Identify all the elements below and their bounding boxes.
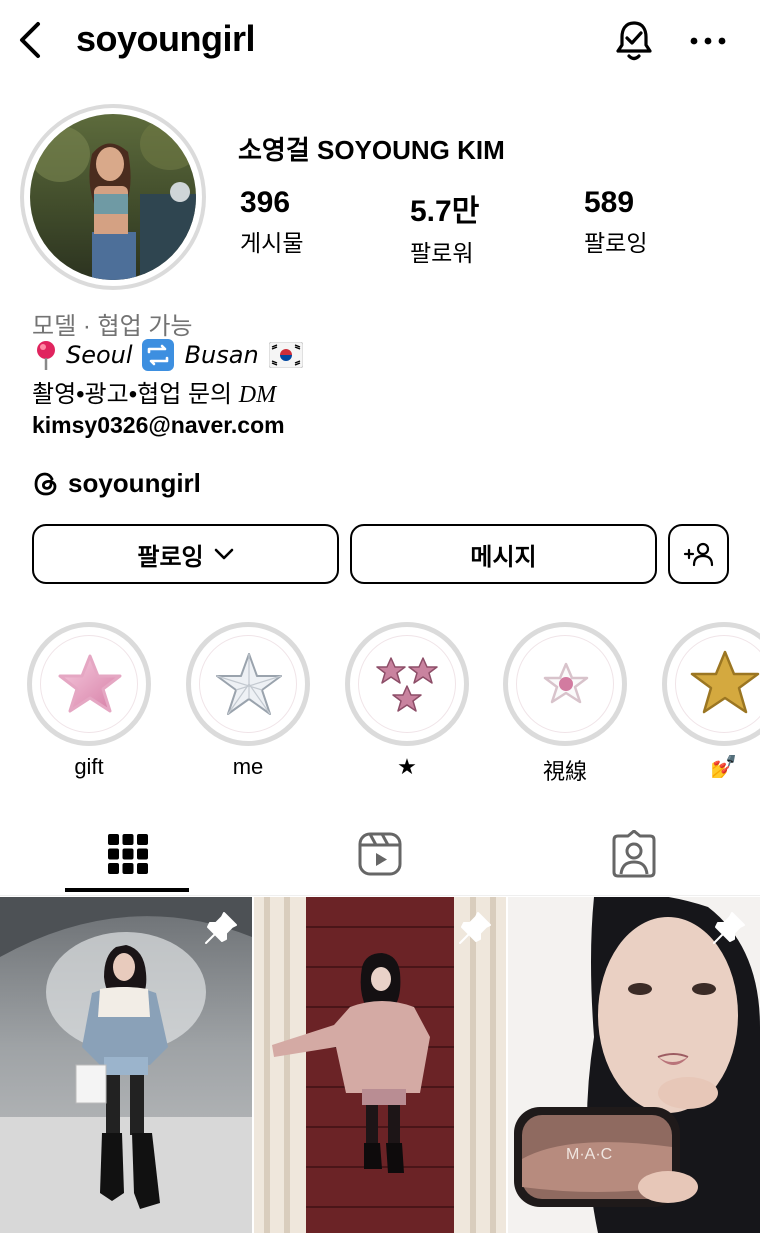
pin-icon: [205, 912, 237, 944]
highlight-gaze[interactable]: 視線: [503, 622, 627, 786]
stat-following-count: 589: [584, 186, 635, 219]
mac-logo-text: M·A·C: [566, 1146, 612, 1163]
chevron-down-icon: [214, 548, 233, 560]
threads-handle: soyoungirl: [68, 468, 201, 498]
round-pushpin-icon: [37, 341, 55, 370]
bio-location-to: Busan: [184, 341, 259, 369]
bio-category: 모델 · 협업 가능: [32, 313, 193, 340]
top-bar: soyoungirl: [0, 0, 760, 84]
threads-icon: [34, 472, 57, 495]
avatar[interactable]: [30, 114, 196, 280]
crystal-star-icon: [216, 653, 282, 715]
korea-flag-icon: [268, 342, 303, 368]
stat-following-label: 팔로잉: [584, 230, 648, 256]
message-button[interactable]: 메시지: [350, 524, 657, 584]
highlight-me[interactable]: me: [186, 622, 310, 780]
post-tile-2[interactable]: [254, 897, 506, 1233]
header-username: soyoungirl: [76, 18, 256, 59]
stat-followers-label: 팔로워: [410, 240, 474, 266]
highlight-star[interactable]: ★: [345, 622, 469, 780]
bio-location: Seoul Busan: [32, 338, 303, 372]
bio-email[interactable]: kimsy0326@naver.com: [32, 412, 285, 439]
tagged-user-icon[interactable]: [610, 830, 658, 878]
bio-contact-dm: DM: [238, 382, 277, 408]
highlight-label: ★: [397, 754, 417, 779]
threads-link[interactable]: soyoungirl: [32, 468, 201, 499]
white-star-icon: [543, 662, 589, 704]
following-button[interactable]: 팔로잉: [32, 524, 339, 584]
profile-tabs: [0, 812, 760, 896]
following-button-label: 팔로잉: [137, 543, 204, 571]
post-tile-3[interactable]: M·A·C: [508, 897, 760, 1233]
stat-posts-count: 396: [240, 186, 291, 219]
pin-icon: [459, 912, 491, 944]
repeat-button-icon: [141, 339, 174, 371]
grid-icon[interactable]: [104, 830, 152, 878]
bio-contact-line: 촬영•광고•협업 문의 DM: [32, 374, 276, 409]
pink-puffy-star-icon: [58, 654, 122, 713]
stat-posts[interactable]: 396 게시물: [240, 186, 303, 258]
gold-star-icon: [690, 650, 760, 714]
highlight-label: me: [232, 754, 264, 779]
profile-full-name: 소영걸 SOYOUNG KIM: [238, 135, 505, 165]
bio-contact-text: 촬영•광고•협업 문의: [32, 381, 239, 408]
bell-check-icon[interactable]: [612, 18, 656, 62]
highlight-nails[interactable]: 💅: [662, 622, 760, 780]
suggested-users-button[interactable]: [668, 524, 729, 584]
back-arrow-icon[interactable]: [14, 20, 48, 60]
message-button-label: 메시지: [470, 543, 537, 571]
stat-followers[interactable]: 5.7만 팔로워: [410, 186, 479, 268]
bio-location-from: Seoul: [66, 341, 133, 369]
pin-icon: [713, 912, 745, 944]
reels-icon[interactable]: [356, 830, 404, 878]
highlight-gift[interactable]: gift: [27, 622, 151, 780]
more-dots-icon[interactable]: [686, 26, 730, 56]
highlight-label: 💅: [710, 754, 738, 779]
stat-followers-count: 5.7만: [410, 195, 480, 228]
post-tile-1[interactable]: [0, 897, 252, 1233]
highlight-label: gift: [74, 754, 104, 779]
active-tab-indicator: [65, 888, 189, 892]
stat-following[interactable]: 589 팔로잉: [584, 186, 647, 258]
highlight-label: 視線: [542, 759, 587, 784]
add-person-icon: [683, 542, 713, 567]
stat-posts-label: 게시물: [240, 230, 304, 256]
three-pink-stars-icon: [376, 657, 438, 712]
